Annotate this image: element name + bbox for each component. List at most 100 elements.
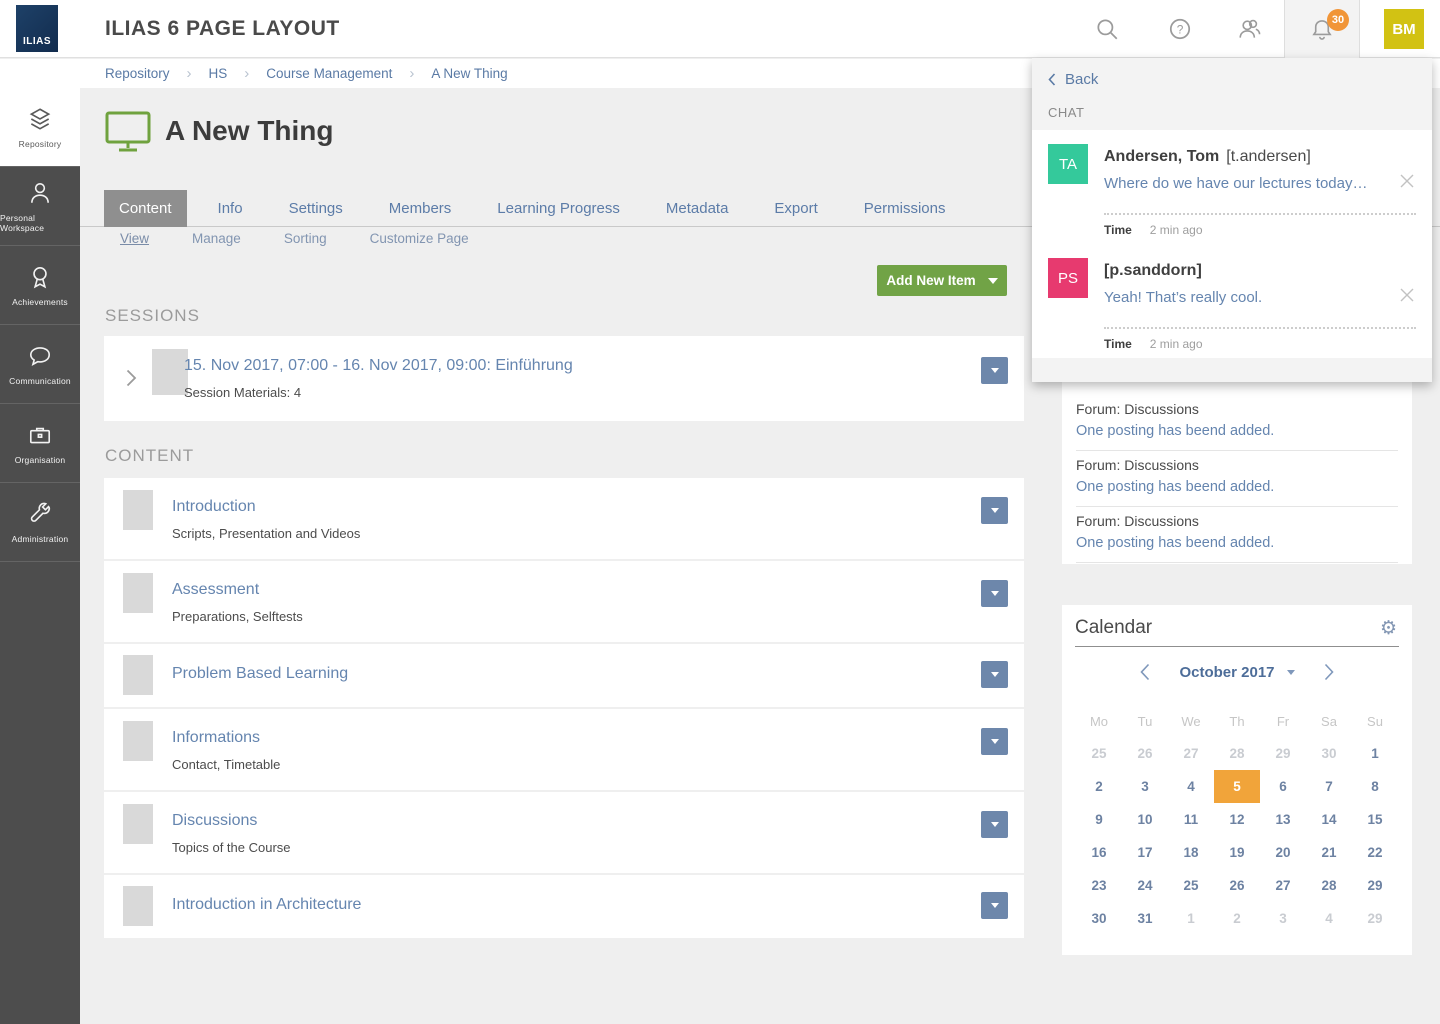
calendar-day[interactable]: 31: [1122, 902, 1168, 935]
sidebar-item-achievements[interactable]: Achievements: [0, 246, 80, 325]
item-actions-dropdown[interactable]: [981, 497, 1008, 524]
calendar-day[interactable]: 12: [1214, 803, 1260, 836]
breadcrumb-repository[interactable]: Repository: [105, 66, 170, 81]
user-avatar[interactable]: BM: [1384, 9, 1424, 49]
content-item-row: Discussions Topics of the Course: [104, 792, 1024, 873]
search-icon[interactable]: [1094, 16, 1120, 42]
calendar-day[interactable]: 30: [1306, 737, 1352, 770]
back-button[interactable]: Back: [1048, 71, 1098, 88]
item-actions-dropdown[interactable]: [981, 811, 1008, 838]
calendar-day[interactable]: 28: [1214, 737, 1260, 770]
chevron-down-icon: [990, 368, 999, 373]
item-actions-dropdown[interactable]: [981, 892, 1008, 919]
calendar-day[interactable]: 26: [1214, 869, 1260, 902]
session-actions-dropdown[interactable]: [981, 357, 1008, 384]
calendar-day[interactable]: 15: [1352, 803, 1398, 836]
tab-learning-progress[interactable]: Learning Progress: [482, 190, 635, 227]
calendar-day[interactable]: 11: [1168, 803, 1214, 836]
tab-info[interactable]: Info: [203, 190, 258, 227]
subtab-customize-page[interactable]: Customize Page: [370, 231, 469, 246]
item-title-link[interactable]: Problem Based Learning: [172, 665, 348, 683]
calendar-day[interactable]: 5: [1214, 770, 1260, 803]
session-title-link[interactable]: 15. Nov 2017, 07:00 - 16. Nov 2017, 09:0…: [184, 357, 573, 375]
item-title-link[interactable]: Informations: [172, 729, 260, 747]
calendar-day[interactable]: 29: [1260, 737, 1306, 770]
close-icon[interactable]: [1400, 288, 1414, 302]
calendar-day[interactable]: 28: [1306, 869, 1352, 902]
subtab-view[interactable]: View: [120, 231, 149, 246]
calendar-day[interactable]: 8: [1352, 770, 1398, 803]
month-selector[interactable]: October 2017: [1179, 664, 1295, 681]
subtab-manage[interactable]: Manage: [192, 231, 241, 246]
previous-month-icon[interactable]: [1139, 663, 1151, 681]
calendar-day[interactable]: 24: [1122, 869, 1168, 902]
tab-settings[interactable]: Settings: [274, 190, 358, 227]
calendar-day[interactable]: 19: [1214, 836, 1260, 869]
add-new-item-button[interactable]: Add New Item: [877, 265, 1007, 296]
calendar-day[interactable]: 1: [1352, 737, 1398, 770]
tab-export[interactable]: Export: [759, 190, 832, 227]
help-icon[interactable]: ?: [1167, 16, 1193, 42]
close-icon[interactable]: [1400, 174, 1414, 188]
forum-posting-link[interactable]: One posting has beend added.: [1076, 479, 1274, 495]
breadcrumb-hs[interactable]: HS: [209, 66, 228, 81]
notifications-tab[interactable]: 30: [1284, 0, 1360, 59]
calendar-day[interactable]: 21: [1306, 836, 1352, 869]
calendar-day[interactable]: 27: [1168, 737, 1214, 770]
chat-notification-item: TA Andersen, Tom [t.andersen] Where do we…: [1032, 130, 1432, 244]
tab-content[interactable]: Content: [104, 190, 187, 227]
calendar-day[interactable]: 1: [1168, 902, 1214, 935]
calendar-day[interactable]: 4: [1168, 770, 1214, 803]
item-actions-dropdown[interactable]: [981, 728, 1008, 755]
tab-metadata[interactable]: Metadata: [651, 190, 744, 227]
sidebar-item-organisation[interactable]: Organisation: [0, 404, 80, 483]
item-actions-dropdown[interactable]: [981, 580, 1008, 607]
calendar-day[interactable]: 22: [1352, 836, 1398, 869]
tab-permissions[interactable]: Permissions: [849, 190, 961, 227]
calendar-day[interactable]: 10: [1122, 803, 1168, 836]
calendar-day[interactable]: 30: [1076, 902, 1122, 935]
item-title-link[interactable]: Introduction: [172, 498, 256, 516]
calendar-day[interactable]: 25: [1076, 737, 1122, 770]
breadcrumb-current[interactable]: A New Thing: [431, 66, 507, 81]
item-title-link[interactable]: Assessment: [172, 581, 259, 599]
chat-message-link[interactable]: Where do we have our lectures today…: [1104, 175, 1367, 192]
subtab-sorting[interactable]: Sorting: [284, 231, 327, 246]
calendar-day[interactable]: 16: [1076, 836, 1122, 869]
sidebar-item-administration[interactable]: Administration: [0, 483, 80, 562]
calendar-day[interactable]: 7: [1306, 770, 1352, 803]
calendar-day[interactable]: 3: [1260, 902, 1306, 935]
calendar-day[interactable]: 26: [1122, 737, 1168, 770]
gear-icon[interactable]: ⚙: [1380, 617, 1397, 639]
next-month-icon[interactable]: [1323, 663, 1335, 681]
calendar-day[interactable]: 14: [1306, 803, 1352, 836]
calendar-day[interactable]: 25: [1168, 869, 1214, 902]
calendar-day[interactable]: 18: [1168, 836, 1214, 869]
sidebar-item-communication[interactable]: Communication: [0, 325, 80, 404]
calendar-day[interactable]: 27: [1260, 869, 1306, 902]
item-title-link[interactable]: Discussions: [172, 812, 257, 830]
calendar-day[interactable]: 20: [1260, 836, 1306, 869]
item-title-link[interactable]: Introduction in Architecture: [172, 896, 361, 914]
contacts-icon[interactable]: [1237, 16, 1263, 42]
calendar-day[interactable]: 17: [1122, 836, 1168, 869]
calendar-day[interactable]: 23: [1076, 869, 1122, 902]
calendar-day[interactable]: 9: [1076, 803, 1122, 836]
calendar-day[interactable]: 3: [1122, 770, 1168, 803]
calendar-day[interactable]: 29: [1352, 869, 1398, 902]
sidebar-item-repository[interactable]: Repository: [0, 88, 80, 167]
calendar-day[interactable]: 2: [1076, 770, 1122, 803]
breadcrumb-course-management[interactable]: Course Management: [266, 66, 392, 81]
item-actions-dropdown[interactable]: [981, 661, 1008, 688]
calendar-day[interactable]: 6: [1260, 770, 1306, 803]
forum-posting-link[interactable]: One posting has beend added.: [1076, 423, 1274, 439]
calendar-day[interactable]: 29: [1352, 902, 1398, 935]
chat-message-link[interactable]: Yeah! That’s really cool.: [1104, 289, 1262, 306]
expand-chevron-icon[interactable]: [126, 369, 137, 387]
calendar-day[interactable]: 13: [1260, 803, 1306, 836]
tab-members[interactable]: Members: [374, 190, 467, 227]
sidebar-item-personal-workspace[interactable]: Personal Workspace: [0, 167, 80, 246]
forum-posting-link[interactable]: One posting has beend added.: [1076, 535, 1274, 551]
calendar-day[interactable]: 4: [1306, 902, 1352, 935]
calendar-day[interactable]: 2: [1214, 902, 1260, 935]
